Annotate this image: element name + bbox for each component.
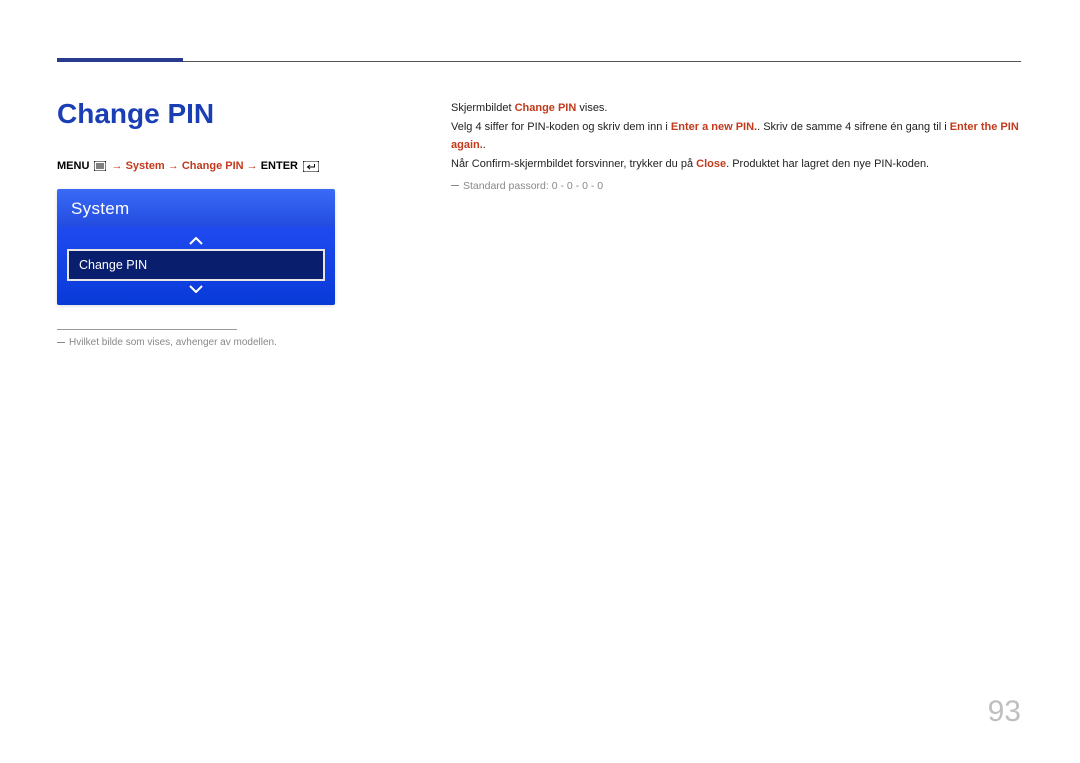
osd-menu: System Change PIN — [57, 189, 335, 305]
enter-icon — [303, 161, 319, 175]
breadcrumb-menu-label: MENU — [57, 160, 89, 172]
chevron-down-icon — [189, 282, 203, 296]
body-line-1: Skjermbildet Change PIN vises. — [451, 99, 1021, 118]
page-number: 93 — [988, 695, 1021, 729]
osd-scroll-down[interactable] — [67, 281, 325, 297]
text-highlight-close: Close — [696, 158, 726, 170]
body-line-3: Når Confirm-skjermbildet forsvinner, try… — [451, 155, 1021, 174]
osd-body: Change PIN — [57, 227, 335, 305]
chevron-up-icon — [189, 234, 203, 248]
note-dash-icon — [451, 185, 459, 186]
page-title: Change PIN — [57, 99, 387, 130]
footnote-divider — [57, 329, 237, 330]
text-fragment: . Skriv de samme 4 sifrene én gang til i — [757, 121, 950, 133]
manual-page: Change PIN MENU → System → Change PIN → … — [0, 0, 1080, 763]
left-column: Change PIN MENU → System → Change PIN → … — [57, 99, 387, 350]
osd-scroll-up[interactable] — [67, 233, 325, 249]
osd-header: System — [57, 189, 335, 227]
left-footnote: Hvilket bilde som vises, avhenger av mod… — [57, 336, 357, 350]
osd-item-change-pin[interactable]: Change PIN — [67, 249, 325, 281]
text-fragment: Velg 4 siffer for PIN-koden og skriv dem… — [451, 121, 671, 133]
body-line-2: Velg 4 siffer for PIN-koden og skriv dem… — [451, 118, 1021, 155]
breadcrumb-arrow: → — [168, 160, 179, 172]
breadcrumb-arrow: → — [247, 160, 258, 172]
accent-bar — [57, 58, 183, 62]
footnote-text: Hvilket bilde som vises, avhenger av mod… — [69, 337, 277, 348]
menu-icon — [94, 161, 106, 174]
text-fragment: Når Confirm-skjermbildet forsvinner, try… — [451, 158, 696, 170]
text-highlight-change-pin: Change PIN — [515, 102, 577, 114]
breadcrumb: MENU → System → Change PIN → ENTER — [57, 160, 387, 175]
note-text: Standard passord: 0 - 0 - 0 - 0 — [463, 180, 603, 192]
breadcrumb-enter-label: ENTER — [261, 160, 298, 172]
text-fragment: . Produktet har lagret den nye PIN-koden… — [726, 158, 929, 170]
top-rule — [183, 61, 1021, 62]
breadcrumb-system: System — [126, 160, 165, 172]
breadcrumb-arrow: → — [112, 160, 123, 172]
footnote-dash-icon — [57, 342, 65, 343]
text-fragment: Skjermbildet — [451, 102, 515, 114]
default-password-note: Standard passord: 0 - 0 - 0 - 0 — [451, 178, 1021, 196]
text-fragment: . — [483, 139, 486, 151]
text-highlight-enter-new-pin: Enter a new PIN. — [671, 121, 757, 133]
breadcrumb-change-pin: Change PIN — [182, 160, 244, 172]
right-column: Skjermbildet Change PIN vises. Velg 4 si… — [451, 99, 1021, 196]
text-fragment: vises. — [576, 102, 607, 114]
